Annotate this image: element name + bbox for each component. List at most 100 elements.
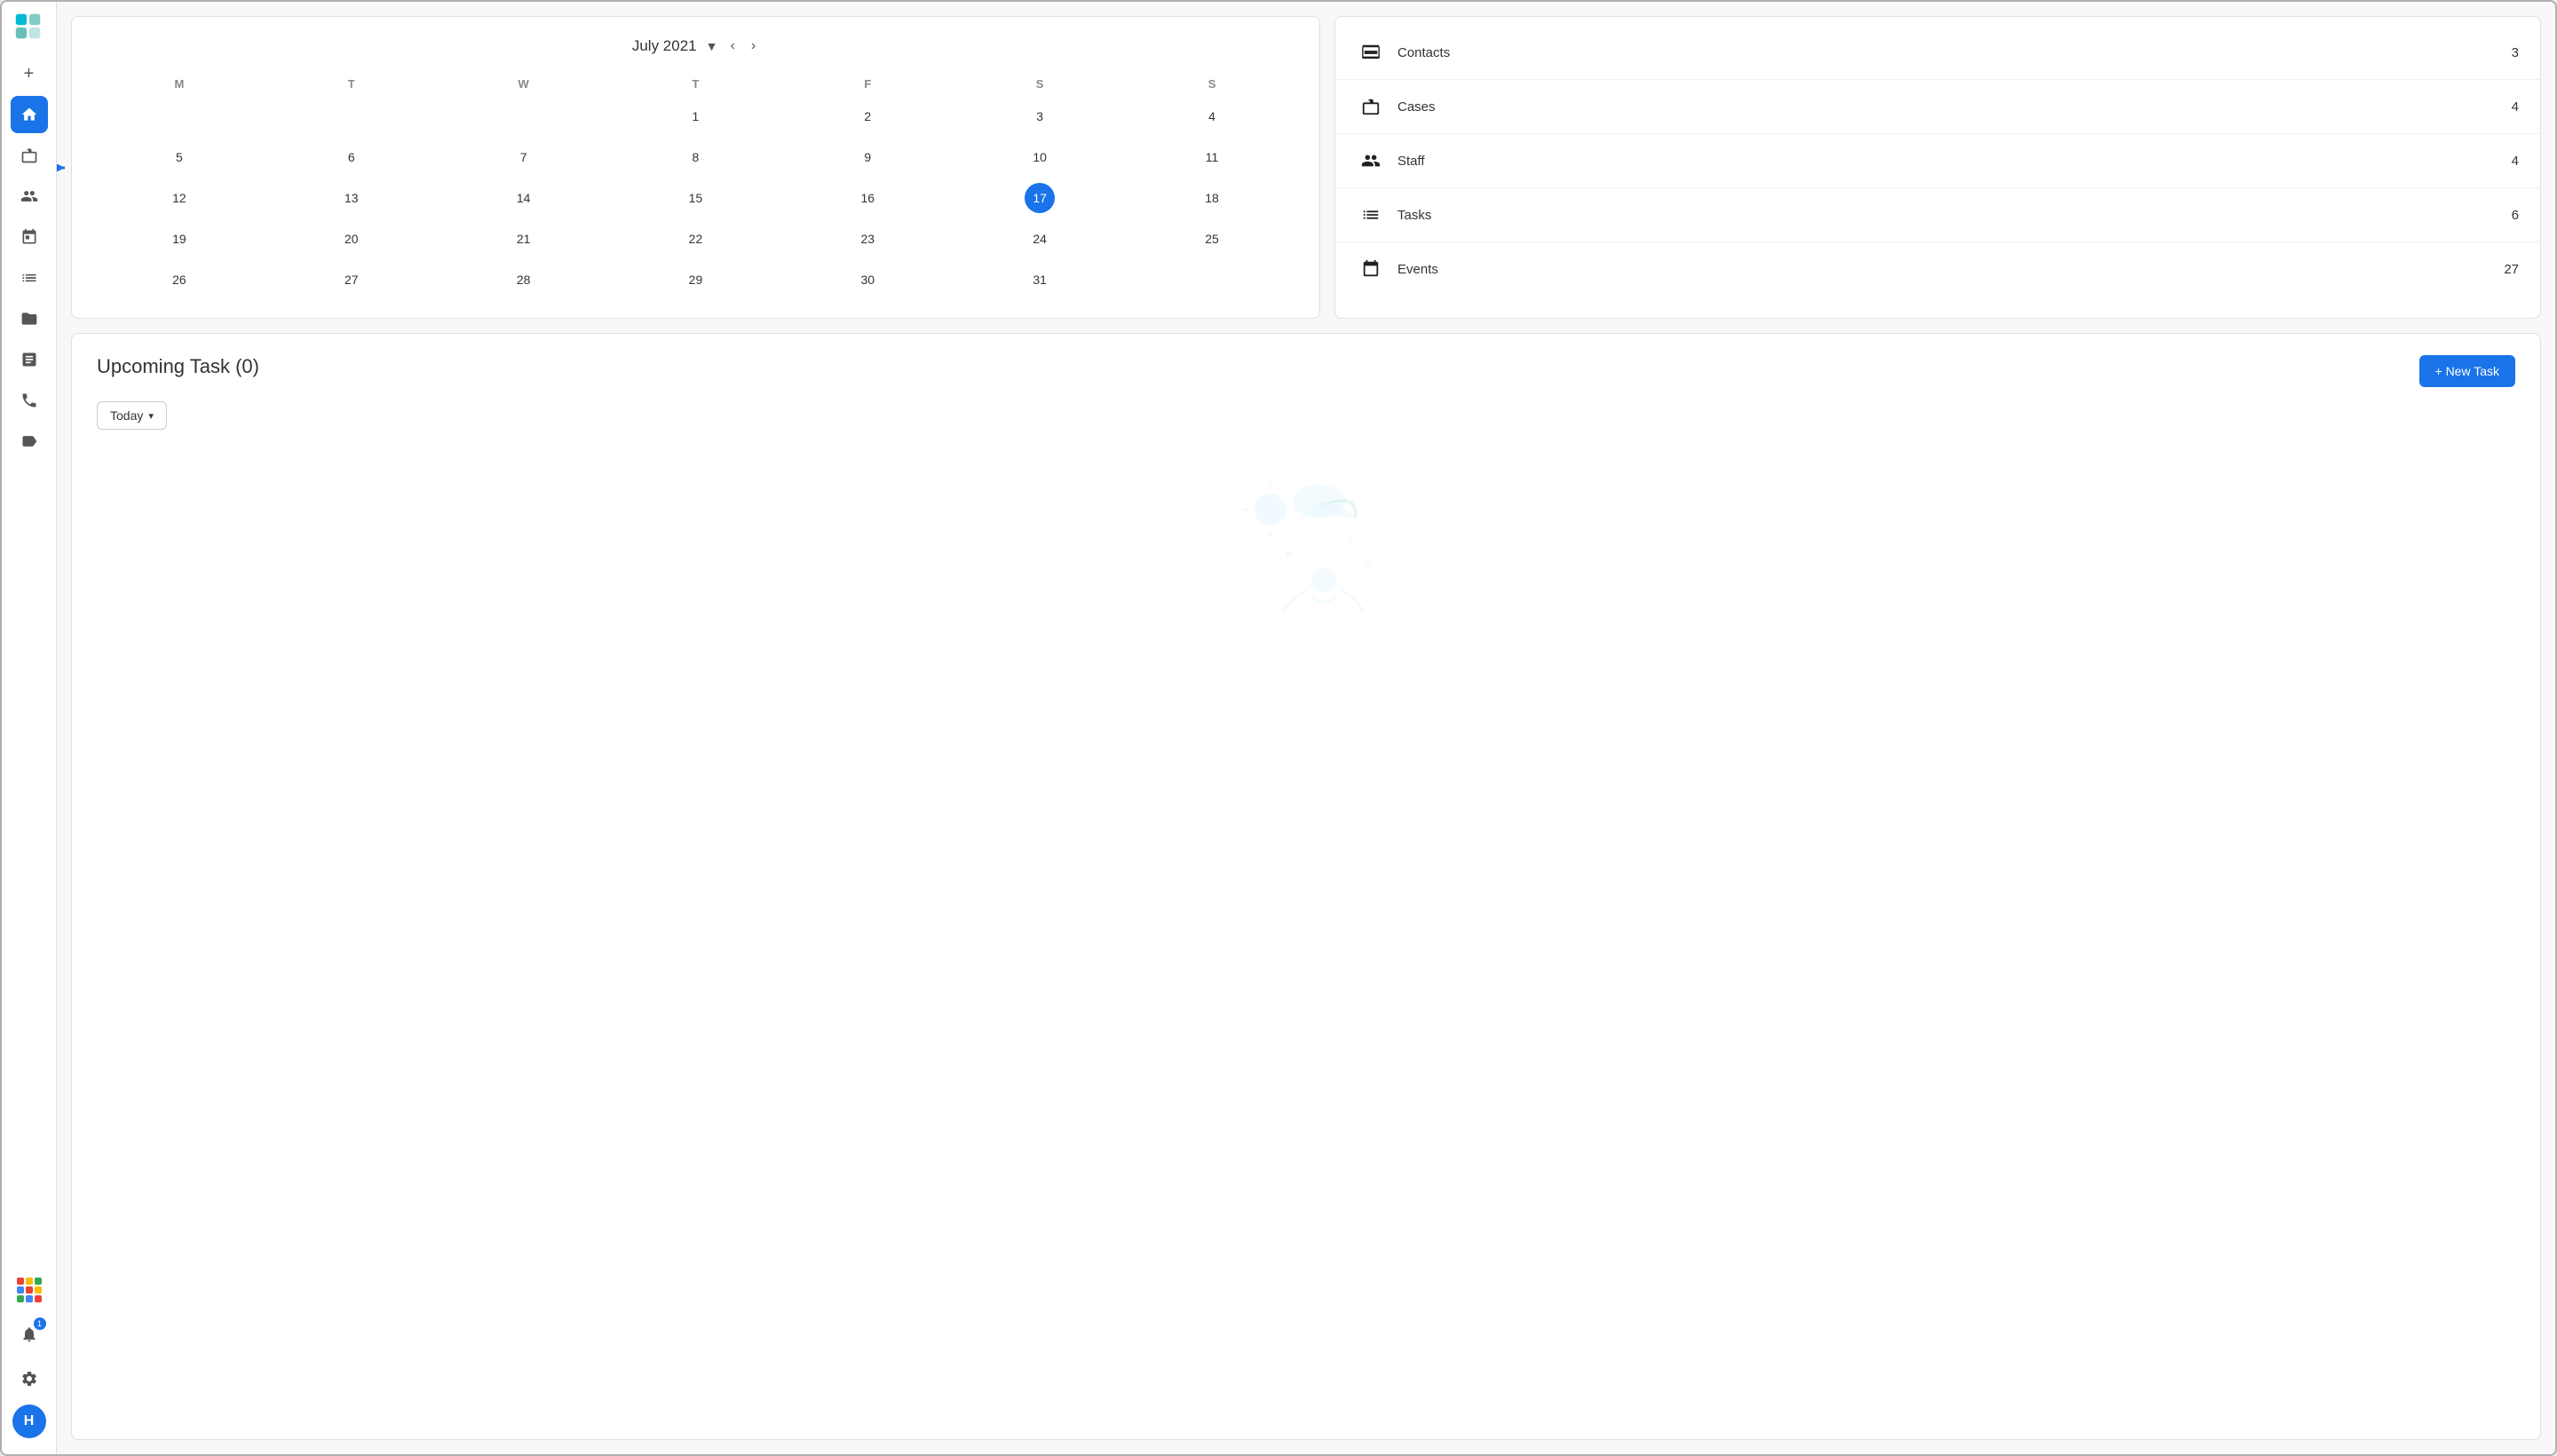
calendar-day-cell[interactable]: 30: [781, 259, 954, 300]
stat-row-cases[interactable]: Cases 4: [1335, 80, 2540, 134]
calendar-day-cell[interactable]: 16: [781, 178, 954, 218]
stat-row-contacts[interactable]: Contacts3: [1335, 26, 2540, 80]
calendar-week-row: 12131415161718: [93, 178, 1298, 218]
calendar-day-cell[interactable]: 13: [265, 178, 438, 218]
calendar-day-cell[interactable]: 21: [438, 218, 610, 259]
calendar-week-row: 567891011: [93, 137, 1298, 178]
calendar-day-cell[interactable]: 26: [93, 259, 265, 300]
calendar-day-cell[interactable]: 15: [610, 178, 782, 218]
calendar-day-cell[interactable]: 22: [610, 218, 782, 259]
today-filter-label: Today: [110, 408, 143, 423]
calendar-day-header: F: [781, 72, 954, 96]
sidebar: +: [2, 2, 57, 1454]
today-filter-button[interactable]: Today ▾: [97, 401, 167, 430]
user-avatar[interactable]: H: [12, 1405, 46, 1438]
stat-label-contacts: Contacts: [1397, 45, 2499, 60]
tasks-header: Upcoming Task (0) + New Task: [97, 355, 2515, 387]
calendar-day-cell[interactable]: 17: [954, 178, 1126, 218]
calendar-day-cell[interactable]: 2: [781, 96, 954, 137]
calendar-day-header: S: [1126, 72, 1298, 96]
arrow-annotation: [57, 159, 72, 177]
calendar-day-cell: [438, 96, 610, 137]
calendar-day-cell[interactable]: 11: [1126, 137, 1298, 178]
calendar-day-header: W: [438, 72, 610, 96]
main-content: July 2021 ▼ ‹ › MTWTFSS 1234567891011121…: [57, 2, 2555, 1454]
stat-row-events[interactable]: Events27: [1335, 242, 2540, 296]
calendar-day-cell[interactable]: 9: [781, 137, 954, 178]
calendar-day-cell[interactable]: 12: [93, 178, 265, 218]
sidebar-item-tag[interactable]: [11, 423, 48, 460]
sidebar-item-notes[interactable]: [11, 341, 48, 378]
calendar-day-header: T: [265, 72, 438, 96]
stat-count-cases: 4: [2512, 99, 2519, 115]
calendar-day-cell[interactable]: 1: [610, 96, 782, 137]
calendar-month-label: July 2021: [632, 37, 697, 55]
calendar-day-cell[interactable]: 14: [438, 178, 610, 218]
calendar-day-header: S: [954, 72, 1126, 96]
calendar-day-header: T: [610, 72, 782, 96]
calendar-day-cell[interactable]: 20: [265, 218, 438, 259]
calendar-day-cell[interactable]: 27: [265, 259, 438, 300]
stats-card: Contacts3Cases4Staff4Tasks6Events27: [1334, 16, 2541, 319]
calendar-day-cell[interactable]: 6: [265, 137, 438, 178]
sidebar-item-folder[interactable]: [11, 300, 48, 337]
calendar-day-cell[interactable]: 23: [781, 218, 954, 259]
stat-count-staff: 4: [2512, 154, 2519, 169]
stat-icon-staff: [1357, 146, 1385, 175]
sidebar-item-briefcase[interactable]: [11, 137, 48, 174]
sidebar-item-settings[interactable]: [11, 1360, 48, 1397]
calendar-day-cell[interactable]: 24: [954, 218, 1126, 259]
top-row: July 2021 ▼ ‹ › MTWTFSS 1234567891011121…: [71, 16, 2541, 319]
sidebar-item-add[interactable]: +: [11, 55, 48, 92]
calendar-day-cell: [1126, 259, 1298, 300]
calendar-day-cell[interactable]: 7: [438, 137, 610, 178]
calendar-day-cell[interactable]: 3: [954, 96, 1126, 137]
calendar-prev-button[interactable]: ‹: [726, 35, 738, 58]
app-logo: [12, 11, 46, 44]
empty-state: [97, 465, 2515, 625]
notification-count: 1: [34, 1318, 46, 1330]
today-filter-arrow: ▾: [148, 410, 154, 422]
stat-label-tasks: Tasks: [1397, 208, 2499, 223]
stat-label-cases: Cases: [1397, 99, 2499, 115]
calendar-day-cell[interactable]: 18: [1126, 178, 1298, 218]
stat-icon-events: [1357, 255, 1385, 283]
calendar-card: July 2021 ▼ ‹ › MTWTFSS 1234567891011121…: [71, 16, 1320, 319]
sidebar-item-apps[interactable]: [11, 1271, 48, 1309]
stat-count-events: 27: [2504, 262, 2519, 277]
tasks-title: Upcoming Task (0): [97, 355, 259, 378]
new-task-button[interactable]: + New Task: [2419, 355, 2516, 387]
stat-icon-contacts: [1357, 38, 1385, 67]
sidebar-item-home[interactable]: [11, 96, 48, 133]
sidebar-item-contacts[interactable]: [11, 178, 48, 215]
calendar-day-cell[interactable]: 8: [610, 137, 782, 178]
calendar-day-cell[interactable]: 4: [1126, 96, 1298, 137]
app-frame: +: [0, 0, 2557, 1456]
calendar-week-row: 19202122232425: [93, 218, 1298, 259]
sidebar-item-calendar[interactable]: [11, 218, 48, 256]
stat-row-tasks[interactable]: Tasks6: [1335, 188, 2540, 242]
calendar-day-cell[interactable]: 10: [954, 137, 1126, 178]
calendar-dropdown-icon[interactable]: ▼: [706, 39, 718, 53]
calendar-header: July 2021 ▼ ‹ ›: [93, 35, 1298, 58]
stat-icon-cases: [1357, 92, 1385, 121]
calendar-week-row: 262728293031: [93, 259, 1298, 300]
calendar-day-cell[interactable]: 19: [93, 218, 265, 259]
grid-icon: [17, 1278, 42, 1302]
calendar-day-cell[interactable]: 31: [954, 259, 1126, 300]
calendar-day-cell[interactable]: 25: [1126, 218, 1298, 259]
tasks-card: Upcoming Task (0) + New Task Today ▾: [71, 333, 2541, 1440]
sidebar-item-tasks[interactable]: [11, 259, 48, 297]
calendar-day-cell: [265, 96, 438, 137]
calendar-day-cell[interactable]: 5: [93, 137, 265, 178]
stat-row-staff[interactable]: Staff4: [1335, 134, 2540, 188]
calendar-grid: MTWTFSS 12345678910111213141516171819202…: [93, 72, 1298, 300]
calendar-next-button[interactable]: ›: [748, 35, 759, 58]
calendar-day-cell[interactable]: 29: [610, 259, 782, 300]
sidebar-item-notifications[interactable]: 1: [11, 1316, 48, 1353]
sidebar-item-phone[interactable]: [11, 382, 48, 419]
calendar-day-cell: [93, 96, 265, 137]
calendar-day-header: M: [93, 72, 265, 96]
calendar-day-cell[interactable]: 28: [438, 259, 610, 300]
empty-illustration: [1217, 465, 1395, 625]
